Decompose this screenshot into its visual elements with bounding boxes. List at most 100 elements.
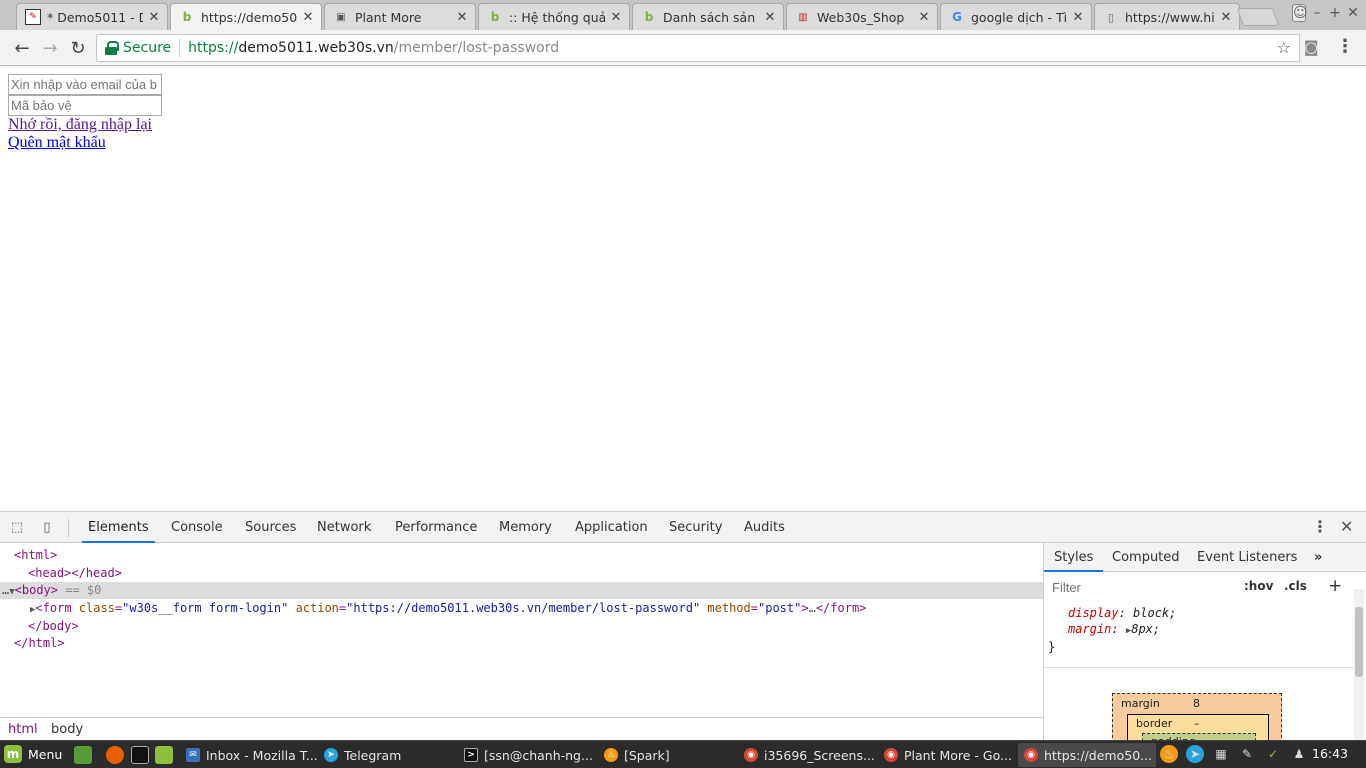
profile-icon[interactable]: ☺ [1292,4,1308,22]
styles-scrollbar-thumb[interactable] [1355,607,1363,677]
breadcrumb-html[interactable]: html [8,722,38,737]
tab-close-icon[interactable]: ✕ [1071,10,1085,25]
device-toolbar-icon[interactable]: ▯ [38,519,56,535]
minimize-icon[interactable]: – [1310,5,1324,21]
devtools-tab-network[interactable]: Network [311,512,377,543]
start-menu-button[interactable]: m Menu [4,745,62,763]
security-label: Secure [123,40,172,56]
taskbar-item-telegram[interactable]: ➤ Telegram [318,743,456,767]
browser-tab-3[interactable]: b :: Hệ thống quản ✕ [478,3,630,30]
tab-close-icon[interactable]: ✕ [455,10,469,25]
tab-close-icon[interactable]: ✕ [147,10,161,25]
browser-tab-5[interactable]: ▥ Web30s_Shop ✕ [786,3,938,30]
dom-node-body[interactable]: …▼<body> == $0 [0,582,1043,599]
breadcrumb-body[interactable]: body [51,722,83,737]
forward-arrow-icon[interactable]: → [38,36,62,60]
address-bar[interactable]: Secure https:// demo5011.web30s.vn /memb… [96,34,1300,62]
pen-tray-icon[interactable]: ✎ [1238,745,1256,763]
browser-tab-0[interactable]: ✎ * Demo5011 - D ✕ [16,3,168,30]
browser-tab-4[interactable]: b Danh sách sản p ✕ [632,3,784,30]
b-green-favicon-icon: b [644,10,654,24]
close-window-icon[interactable]: ✕ [1346,5,1360,21]
telegram-tray-icon[interactable]: ➤ [1186,745,1204,763]
devtools-close-icon[interactable]: ✕ [1340,517,1353,536]
tab-close-icon[interactable]: ✕ [917,10,931,25]
browser-tab-7[interactable]: ▯ https://www.hinh ✕ [1094,3,1240,30]
browser-tab-6[interactable]: G google dịch - Tìm ✕ [940,3,1092,30]
taskbar-item-spark[interactable]: ♨ [Spark] [598,743,736,767]
files-launcher-icon[interactable] [155,746,173,764]
browser-tab-2[interactable]: ▣ Plant More ✕ [324,3,476,30]
devtools-tab-memory[interactable]: Memory [493,512,558,543]
taskbar-item-chrome-demo[interactable]: ◉ https://demo50... [1018,743,1156,767]
os-taskbar: m Menu ✉ Inbox - Mozilla T... ➤ Telegram… [0,740,1366,768]
devtools-tab-elements[interactable]: Elements [82,512,155,543]
keyboard-tray-icon[interactable]: ▦ [1212,745,1230,763]
styles-divider [1044,667,1355,668]
devtools-tab-sources[interactable]: Sources [239,512,302,543]
rule-margin-line[interactable]: margin: ▶8px; [1048,621,1176,639]
rule-display-line[interactable]: display: block; [1048,605,1176,621]
dom-node-head[interactable]: <head></head> [0,565,1043,582]
bookmark-star-icon[interactable]: ☆ [1277,38,1291,57]
url-host: demo5011.web30s.vn [238,40,394,56]
terminal-launcher-icon[interactable] [131,746,149,764]
more-tabs-chevron-icon[interactable]: » [1304,543,1332,572]
system-tray: ♨ ➤ ▦ ✎ ✓ ♟ [1160,745,1308,763]
taskbar-item-terminal[interactable]: > [ssn@chanh-ng... [458,743,596,767]
styles-tab-bar: Styles Computed Event Listeners » [1044,543,1366,572]
devtools-divider [68,519,69,537]
camera-icon[interactable]: ◙ [1304,38,1319,56]
styles-scrollbar[interactable] [1354,589,1364,741]
styles-tab-event-listeners[interactable]: Event Listeners [1187,543,1307,572]
maximize-icon[interactable]: + [1328,5,1342,21]
devtools-tab-console[interactable]: Console [165,512,229,543]
reload-icon[interactable]: ↻ [66,36,90,60]
browser-tab-1[interactable]: b https://demo501 ✕ [170,3,322,30]
firefox-launcher-icon[interactable] [106,746,124,764]
url-path: /member/lost-password [393,40,560,56]
taskbar-item-chrome-plantmore[interactable]: ◉ Plant More - Go... [878,743,1016,767]
login-again-link[interactable]: Nhớ rồi, đăng nhập lại [8,116,162,134]
devtools-tab-audits[interactable]: Audits [738,512,791,543]
devtools-tab-application[interactable]: Application [569,512,654,543]
tab-close-icon[interactable]: ✕ [609,10,623,25]
browser-toolbar: ← → ↻ Secure https:// demo5011.web30s.vn… [0,30,1366,66]
hover-state-toggle[interactable]: :hov [1244,579,1273,593]
chrome-icon: ◉ [884,748,898,762]
lost-password-form: Nhớ rồi, đăng nhập lại Quên mật khẩu [8,74,162,152]
email-input[interactable] [8,74,162,95]
update-shield-icon[interactable]: ✓ [1264,745,1282,763]
taskbar-item-thunderbird[interactable]: ✉ Inbox - Mozilla T... [180,743,318,767]
devtools-tab-security[interactable]: Security [663,512,728,543]
document-favicon-icon: ✎ [25,9,41,25]
devtools-menu-icon[interactable]: ⋮ [1312,517,1328,536]
devtools-tab-performance[interactable]: Performance [389,512,483,543]
taskbar-item-chrome-screenshot[interactable]: ◉ i35696_Screens... [738,743,876,767]
back-arrow-icon[interactable]: ← [10,36,34,60]
tab-close-icon[interactable]: ✕ [1219,10,1233,25]
inspect-element-icon[interactable]: ⬚ [8,519,26,535]
styles-tab-computed[interactable]: Computed [1102,543,1190,572]
taskbar-clock[interactable]: 16:43 [1312,746,1348,761]
user-tray-icon[interactable]: ♟ [1290,745,1308,763]
dom-node-html-close[interactable]: </html> [0,635,1043,652]
class-toggle[interactable]: .cls [1284,579,1307,593]
styles-filter-input[interactable] [1048,576,1236,598]
captcha-input[interactable] [8,95,162,116]
tab-close-icon[interactable]: ✕ [301,10,315,25]
lock-icon [105,41,119,55]
spark-tray-icon[interactable]: ♨ [1160,745,1178,763]
new-tab-button[interactable] [1236,8,1280,26]
devtools-tab-bar: ⬚ ▯ Elements Console Sources Network Per… [0,512,1366,543]
dom-node-form[interactable]: ▶<form class="w30s__form form-login" act… [0,600,1043,617]
dom-node-body-close[interactable]: </body> [0,618,1043,635]
new-style-rule-icon[interactable]: + [1328,576,1342,596]
tab-close-icon[interactable]: ✕ [763,10,777,25]
show-desktop-icon[interactable] [74,746,92,764]
dom-node-html[interactable]: <html> [0,547,1043,564]
styles-tab-styles[interactable]: Styles [1044,543,1104,572]
browser-menu-icon[interactable]: ⋮ [1336,36,1354,57]
forgot-password-link[interactable]: Quên mật khẩu [8,134,162,152]
plant-more-favicon-icon: ▣ [336,11,346,23]
